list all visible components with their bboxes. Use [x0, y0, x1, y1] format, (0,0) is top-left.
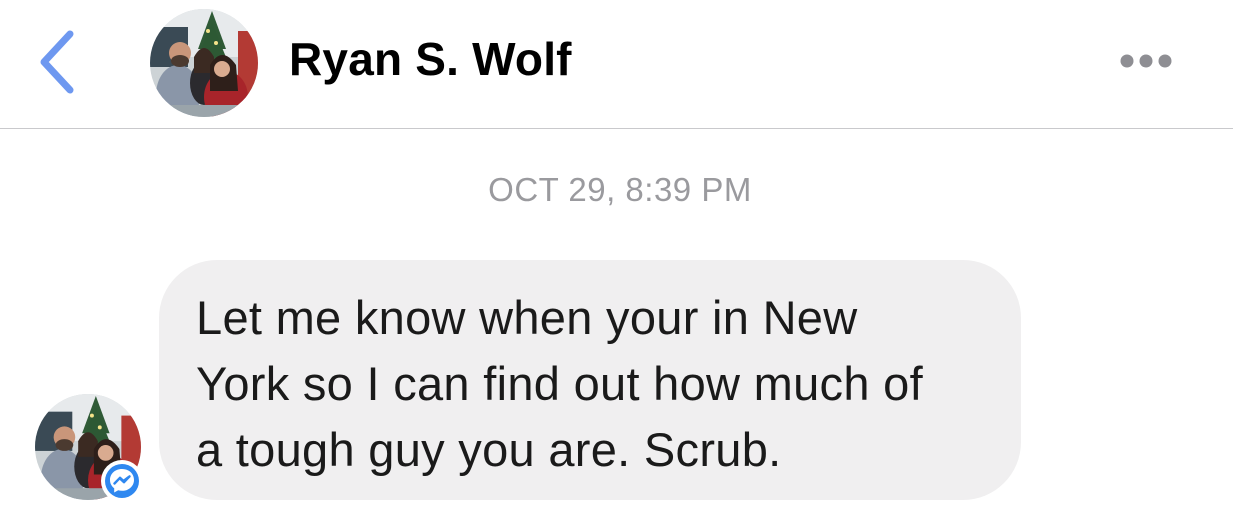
chevron-left-icon: [40, 30, 74, 94]
message-text-line: York so I can find out how much of: [196, 357, 923, 410]
conversation-header: Ryan S. Wolf: [0, 0, 1233, 129]
message-timestamp: OCT 29, 8:39 PM: [488, 171, 752, 208]
message-text-line: Let me know when your in New: [196, 291, 858, 344]
ellipsis-icon: [1120, 54, 1172, 68]
message-text-line: a tough guy you are. Scrub.: [196, 423, 782, 476]
contact-name[interactable]: Ryan S. Wolf: [289, 32, 572, 86]
messenger-conversation-screen: Ryan S. Wolf OCT 29, 8:39 PM Let me know…: [0, 0, 1233, 519]
contact-avatar[interactable]: [150, 9, 258, 117]
contact-photo: [150, 9, 258, 117]
message-bubble[interactable]: Let me know when your in New York so I c…: [159, 260, 1021, 500]
back-button[interactable]: [30, 26, 90, 98]
messenger-badge: [101, 460, 143, 502]
messenger-badge-icon: [105, 464, 139, 498]
incoming-message-row: Let me know when your in New York so I c…: [0, 260, 1233, 510]
more-options-button[interactable]: [1112, 44, 1180, 78]
